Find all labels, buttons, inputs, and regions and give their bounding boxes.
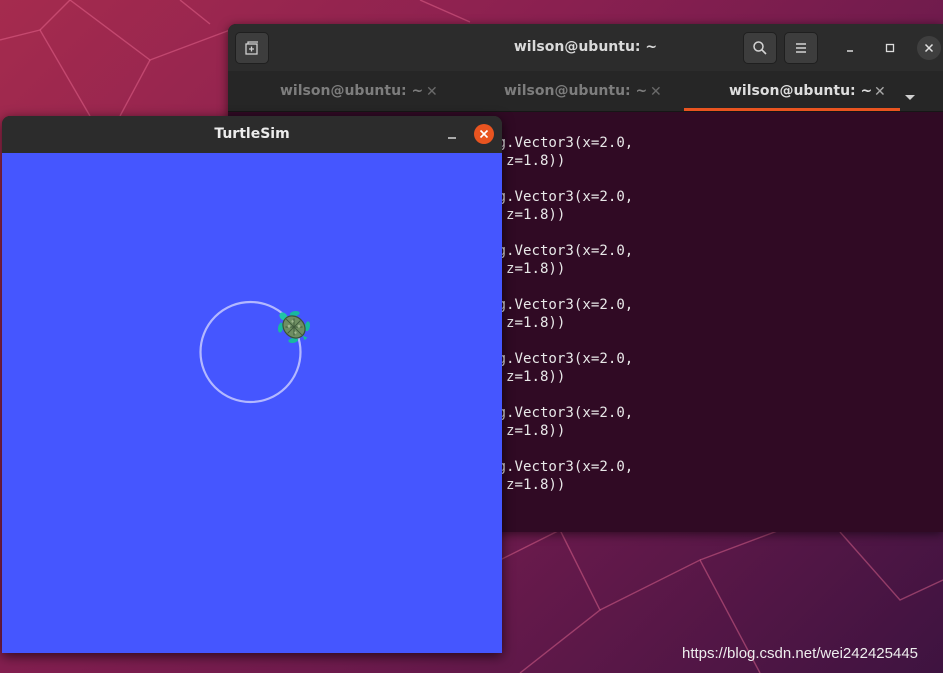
close-icon <box>479 129 489 139</box>
turtlesim-canvas <box>2 153 502 653</box>
tab-label: wilson@ubuntu: ~ <box>280 83 424 99</box>
active-tab-indicator <box>684 108 900 111</box>
close-icon[interactable]: ✕ <box>874 84 886 100</box>
minimize-icon <box>847 50 853 52</box>
turtlesim-title: TurtleSim <box>214 126 290 142</box>
close-icon[interactable]: ✕ <box>650 84 662 100</box>
minimize-button[interactable] <box>838 36 862 60</box>
minimize-icon <box>448 137 456 139</box>
search-icon <box>753 41 767 55</box>
menu-button[interactable] <box>784 32 818 64</box>
close-button[interactable] <box>917 36 941 60</box>
turtlesim-close-button[interactable] <box>474 124 494 144</box>
close-icon[interactable]: ✕ <box>426 84 438 100</box>
tab-terminal-3[interactable]: wilson@ubuntu: ~ ✕ <box>684 71 900 111</box>
turtle-drawing <box>199 300 311 404</box>
tab-menu-button[interactable] <box>904 87 916 106</box>
tab-label: wilson@ubuntu: ~ <box>504 83 648 99</box>
chevron-down-icon <box>905 95 915 100</box>
terminal-title: wilson@ubuntu: ~ <box>513 39 658 55</box>
tab-terminal-2[interactable]: wilson@ubuntu: ~ ✕ <box>456 71 684 111</box>
terminal-header-bar: wilson@ubuntu: ~ <box>228 24 943 72</box>
turtlesim-minimize-button[interactable] <box>444 126 460 142</box>
maximize-icon <box>885 43 895 53</box>
hamburger-menu-icon <box>796 43 806 53</box>
turtlesim-window: TurtleSim <box>2 116 502 653</box>
watermark: https://blog.csdn.net/wei242425445 <box>682 645 919 662</box>
maximize-button[interactable] <box>878 36 902 60</box>
tab-bar: wilson@ubuntu: ~ ✕ wilson@ubuntu: ~ ✕ wi… <box>228 71 943 112</box>
search-button[interactable] <box>743 32 777 64</box>
tab-terminal-1[interactable]: wilson@ubuntu: ~ ✕ <box>228 71 456 111</box>
turtlesim-header-bar: TurtleSim <box>2 116 502 152</box>
close-icon <box>924 43 934 53</box>
tab-label: wilson@ubuntu: ~ <box>729 83 873 99</box>
